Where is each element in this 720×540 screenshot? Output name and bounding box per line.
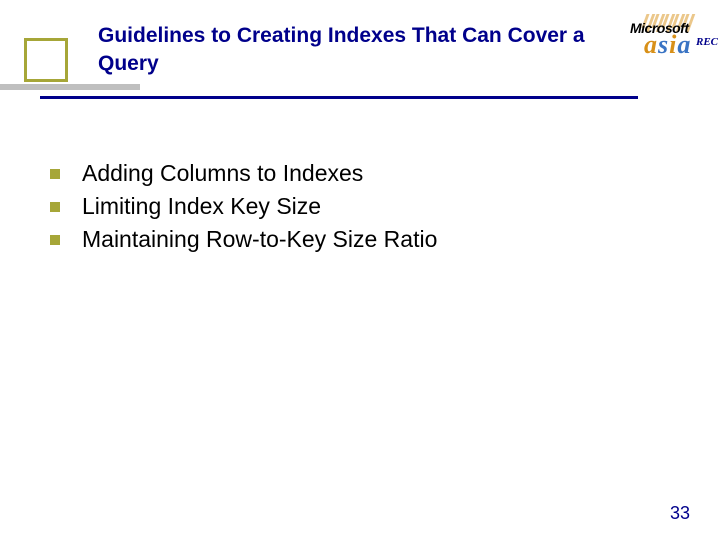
list-item: Maintaining Row-to-Key Size Ratio [50,226,650,253]
logo-tag: REC [696,36,718,48]
title-accent-square [24,38,68,82]
bullet-icon [50,235,60,245]
list-item: Limiting Index Key Size [50,193,650,220]
page-number: 33 [670,503,690,524]
list-item: Adding Columns to Indexes [50,160,650,187]
title-underline [40,96,638,99]
title-accent-bar-grey [0,84,140,90]
bullet-icon [50,169,60,179]
bullet-text: Adding Columns to Indexes [82,160,363,187]
slide: Guidelines to Creating Indexes That Can … [0,0,720,540]
logo-sub-text: asia [644,30,691,60]
bullet-list: Adding Columns to Indexes Limiting Index… [50,160,650,259]
slide-title: Guidelines to Creating Indexes That Can … [98,22,628,79]
bullet-text: Maintaining Row-to-Key Size Ratio [82,226,437,253]
slide-title-block: Guidelines to Creating Indexes That Can … [98,22,628,79]
bullet-icon [50,202,60,212]
bullet-text: Limiting Index Key Size [82,193,321,220]
